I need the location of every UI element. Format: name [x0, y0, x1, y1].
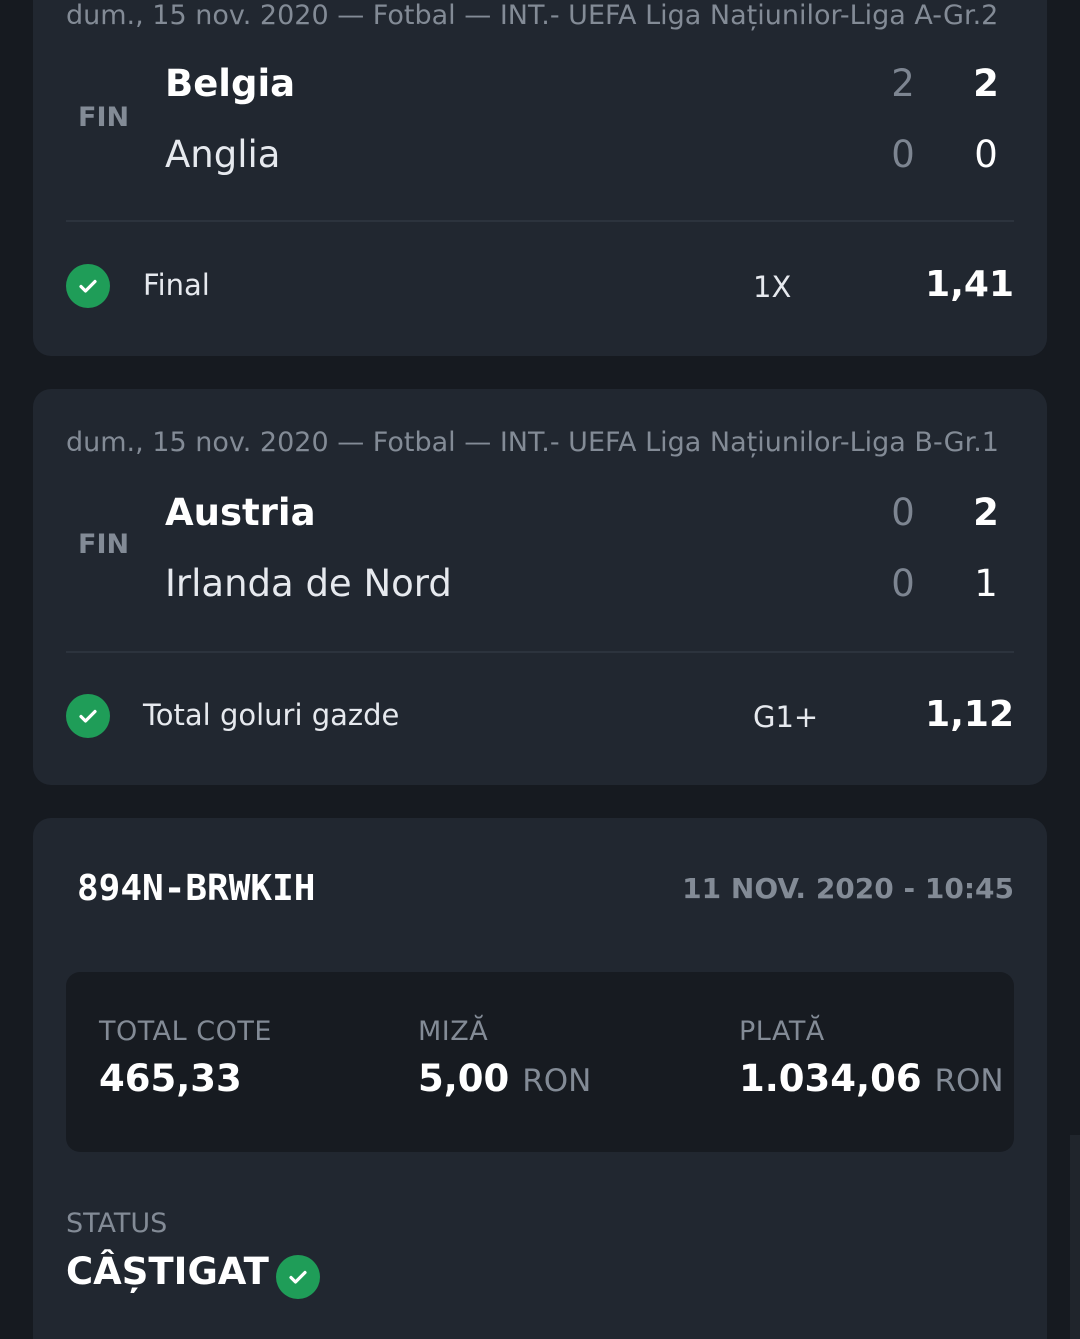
home-ft-score: 2 — [973, 491, 999, 534]
status-value: CÂȘTIGAT — [66, 1250, 269, 1293]
stake-currency: RON — [522, 1063, 592, 1099]
check-icon — [66, 694, 110, 738]
home-team: Austria — [165, 491, 316, 534]
payout-value-row: 1.034,06 RON — [739, 1057, 1004, 1100]
total-odds-label: TOTAL COTE — [99, 1016, 272, 1047]
home-ft-score: 2 — [973, 62, 999, 105]
away-ht-score: 0 — [891, 133, 915, 176]
away-team: Irlanda de Nord — [165, 562, 452, 605]
event-card-2[interactable]: dum., 15 nov. 2020 — Fotbal — INT.- UEFA… — [33, 389, 1047, 785]
bet-market: Total goluri gazde — [143, 698, 400, 732]
ticket-code: 894N-BRWKIH — [77, 868, 316, 909]
payout-currency: RON — [934, 1063, 1004, 1099]
away-ft-score: 0 — [974, 133, 998, 176]
home-team: Belgia — [165, 62, 296, 105]
away-ht-score: 0 — [891, 562, 915, 605]
payout-block: PLATĂ 1.034,06 RON — [739, 1016, 1004, 1100]
away-ft-score: 1 — [974, 562, 998, 605]
ticket-date: 11 NOV. 2020 - 10:45 — [682, 872, 1014, 905]
home-ht-score: 2 — [891, 62, 915, 105]
check-icon — [276, 1255, 320, 1299]
bet-odd: 1,41 — [925, 264, 1014, 305]
event-card-1[interactable]: dum., 15 nov. 2020 — Fotbal — INT.- UEFA… — [33, 0, 1047, 356]
event-meta: dum., 15 nov. 2020 — Fotbal — INT.- UEFA… — [66, 427, 999, 458]
stake-value: 5,00 — [418, 1057, 510, 1100]
divider — [66, 651, 1014, 653]
bet-odd: 1,12 — [925, 694, 1014, 735]
payout-label: PLATĂ — [739, 1016, 825, 1047]
bet-market: Final — [143, 268, 210, 302]
bet-pick: 1X — [753, 270, 792, 304]
match-status: FIN — [78, 102, 130, 133]
match-status: FIN — [78, 529, 130, 560]
divider — [66, 220, 1014, 222]
event-meta: dum., 15 nov. 2020 — Fotbal — INT.- UEFA… — [66, 0, 999, 31]
total-odds-block: TOTAL COTE 465,33 — [99, 1016, 272, 1100]
status-label: STATUS — [66, 1208, 168, 1239]
ticket-summary-card: 894N-BRWKIH 11 NOV. 2020 - 10:45 TOTAL C… — [33, 818, 1047, 1339]
home-ht-score: 0 — [891, 491, 915, 534]
stake-value-row: 5,00 RON — [418, 1057, 591, 1100]
check-icon — [66, 264, 110, 308]
stake-block: MIZĂ 5,00 RON — [418, 1016, 591, 1100]
bet-ticket-page: dum., 15 nov. 2020 — Fotbal — INT.- UEFA… — [0, 0, 1080, 1339]
away-team: Anglia — [165, 133, 281, 176]
ticket-totals: TOTAL COTE 465,33 MIZĂ 5,00 RON PLATĂ 1.… — [66, 972, 1014, 1152]
bet-pick: G1+ — [753, 700, 819, 734]
scrollbar[interactable] — [1070, 1135, 1080, 1339]
total-odds-value: 465,33 — [99, 1057, 242, 1100]
payout-value: 1.034,06 — [739, 1057, 922, 1100]
stake-label: MIZĂ — [418, 1016, 489, 1047]
